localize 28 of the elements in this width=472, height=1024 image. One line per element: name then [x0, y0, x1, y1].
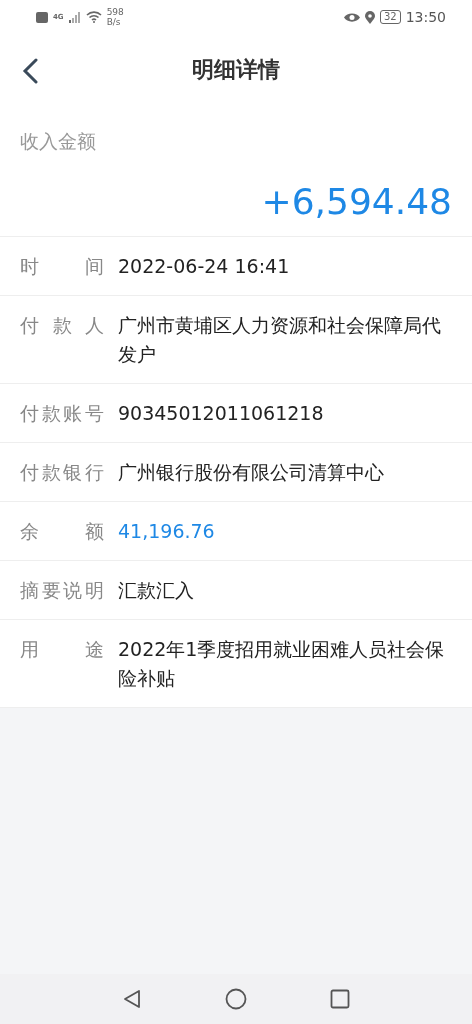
detail-label: 时间	[20, 254, 104, 279]
detail-label: 用途	[20, 637, 104, 662]
detail-label: 余额	[20, 519, 104, 544]
detail-label: 付款银行	[20, 460, 104, 485]
detail-value: 2022-06-24 16:41	[118, 254, 291, 279]
eye-icon	[343, 11, 360, 23]
circle-icon	[225, 988, 247, 1010]
detail-label: 付款账号	[20, 401, 104, 426]
battery-level: 32	[379, 10, 401, 24]
network-speed: 598 B/s	[106, 7, 124, 27]
detail-value: 广州银行股份有限公司清算中心	[118, 460, 385, 485]
detail-value: 90345012011061218	[118, 401, 325, 426]
detail-label: 摘要说明	[20, 578, 104, 603]
signal-icon	[68, 11, 81, 23]
detail-value: 2022年1季度招用就业困难人员社会保险补贴	[118, 637, 446, 691]
wifi-icon	[85, 11, 102, 23]
page-title: 明细详情	[192, 55, 280, 84]
detail-value: 汇款汇入	[118, 578, 195, 603]
detail-label: 付款人	[20, 313, 104, 338]
location-icon	[364, 10, 375, 24]
clock: 13:50	[405, 9, 446, 25]
detail-value: 广州市黄埔区人力资源和社会保障局代发户	[118, 313, 442, 367]
triangle-icon	[121, 989, 142, 1009]
amount-label: 收入金额	[20, 129, 97, 154]
amount-value: +6,594.48	[261, 181, 452, 222]
detail-value: 41,196.76	[118, 519, 216, 544]
square-icon	[330, 989, 351, 1009]
back-icon	[22, 58, 38, 84]
